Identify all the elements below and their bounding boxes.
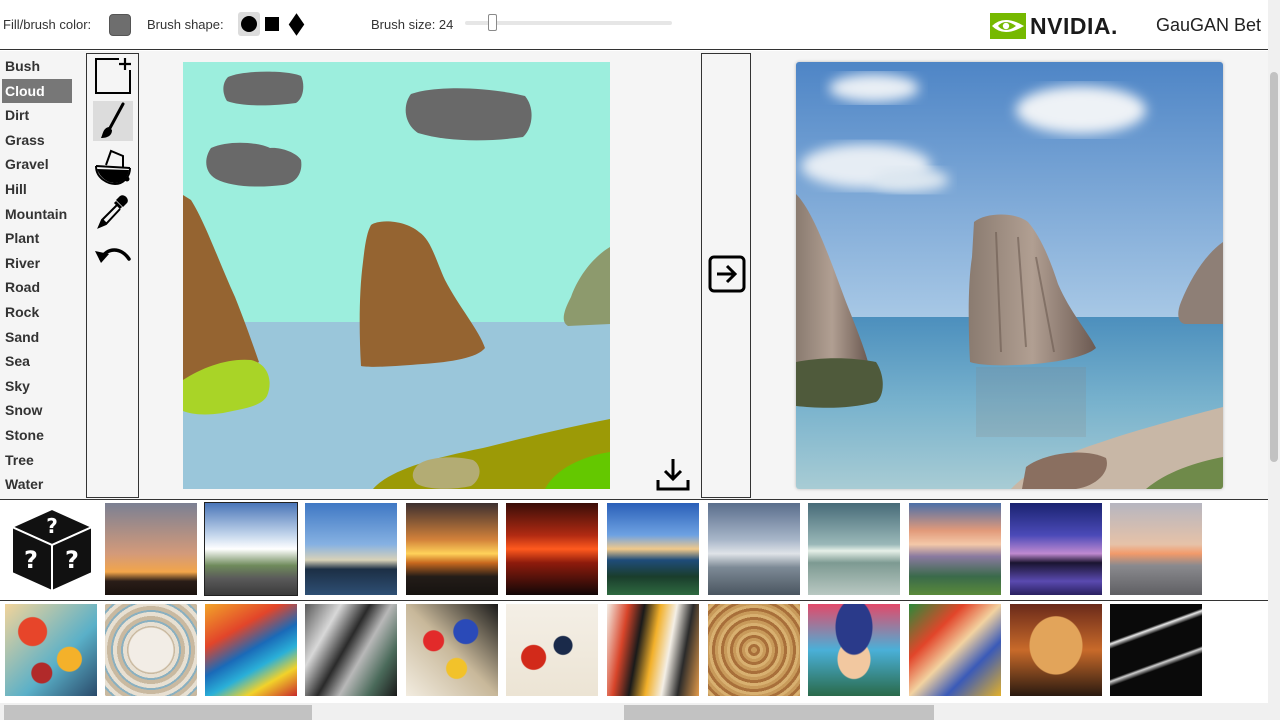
style-thumbnail[interactable] (909, 503, 1001, 595)
brush-shape-diamond-button[interactable] (285, 12, 307, 36)
style-thumbnail[interactable] (305, 604, 397, 696)
label-item-grass[interactable]: Grass (2, 128, 72, 153)
style-thumbnail[interactable] (808, 503, 900, 595)
app-title: GauGAN Bet (1156, 15, 1262, 35)
style-thumbnail[interactable] (607, 604, 699, 696)
label-item-sand[interactable]: Sand (2, 325, 72, 350)
paint-bucket-button[interactable] (93, 147, 133, 187)
brush-shape-square-button[interactable] (261, 12, 283, 36)
label-item-water[interactable]: Water (2, 472, 72, 497)
label-item-snow[interactable]: Snow (2, 398, 72, 423)
eyedropper-button[interactable] (93, 192, 133, 232)
style-thumbnail[interactable] (1110, 604, 1202, 696)
vertical-scrollbar[interactable] (1268, 0, 1280, 720)
style-thumbnail[interactable] (506, 503, 598, 595)
style-thumbnail[interactable] (406, 604, 498, 696)
horizontal-scrollbar[interactable] (0, 703, 1268, 720)
style-thumbnail[interactable] (1010, 503, 1102, 595)
brush-size-slider[interactable] (465, 14, 672, 31)
label-item-river[interactable]: River (2, 251, 72, 276)
label-item-road[interactable]: Road (2, 275, 72, 300)
label-item-hill[interactable]: Hill (2, 177, 72, 202)
paintbrush-icon (101, 102, 125, 138)
vertical-scrollbar-thumb[interactable] (1270, 72, 1278, 462)
cloud-region (405, 88, 532, 141)
tool-panel (86, 53, 139, 498)
label-item-plant[interactable]: Plant (2, 226, 72, 251)
photo-style-row: ? ? ? (0, 499, 1268, 600)
label-item-tree[interactable]: Tree (2, 448, 72, 473)
style-thumbnail[interactable] (1010, 604, 1102, 696)
label-item-sea[interactable]: Sea (2, 349, 72, 374)
style-thumbnail[interactable] (204, 502, 298, 596)
dice-icon: ? ? ? (9, 507, 95, 593)
cloud-region (223, 71, 304, 106)
style-thumbnail[interactable] (205, 604, 297, 696)
style-thumbnail[interactable] (1110, 503, 1202, 595)
semantic-label-list: Bush Cloud Dirt Grass Gravel Hill Mountain Plan… (2, 54, 72, 497)
svg-text:?: ? (46, 514, 58, 538)
style-thumbnail[interactable] (105, 503, 197, 595)
circle-icon (241, 16, 257, 32)
undo-icon (95, 248, 131, 263)
painting-style-row (0, 600, 1268, 701)
segmentation-drawing[interactable] (183, 62, 610, 489)
style-thumbnail[interactable] (808, 604, 900, 696)
generate-button[interactable] (708, 255, 746, 293)
style-thumbnail[interactable] (708, 604, 800, 696)
svg-text:?: ? (65, 546, 79, 574)
fill-color-label: Fill/brush color: (3, 17, 92, 32)
style-thumbnail[interactable] (406, 503, 498, 595)
paint-bucket-icon (95, 149, 131, 186)
nvidia-eye-icon (990, 13, 1026, 39)
style-thumbnail[interactable] (5, 604, 97, 696)
new-canvas-icon (95, 58, 131, 94)
style-thumbnail[interactable] (708, 503, 800, 595)
slider-thumb[interactable] (487, 14, 497, 31)
style-thumbnail[interactable] (305, 503, 397, 595)
horizontal-scrollbar-thumb[interactable] (4, 705, 312, 720)
label-item-gravel[interactable]: Gravel (2, 152, 72, 177)
label-item-stone[interactable]: Stone (2, 423, 72, 448)
new-canvas-button[interactable] (93, 56, 133, 96)
label-item-bush[interactable]: Bush (2, 54, 72, 79)
random-style-button[interactable]: ? ? ? (8, 503, 96, 595)
label-item-dirt[interactable]: Dirt (2, 103, 72, 128)
download-icon (656, 459, 690, 491)
sand-region (412, 457, 480, 489)
paintbrush-button[interactable] (93, 101, 133, 141)
fill-color-swatch[interactable] (109, 14, 131, 36)
style-thumbnail[interactable] (909, 604, 1001, 696)
nvidia-wordmark: NVIDIA. (1030, 12, 1118, 39)
main-area: Bush Cloud Dirt Grass Gravel Hill Mountain Plan… (0, 51, 1268, 499)
svg-text:?: ? (24, 546, 38, 574)
style-thumbnail[interactable] (506, 604, 598, 696)
brush-shape-circle-button[interactable] (238, 12, 260, 36)
label-item-rock[interactable]: Rock (2, 300, 72, 325)
horizontal-scrollbar-thumb[interactable] (624, 705, 934, 720)
brush-size-label: Brush size: 24 (371, 17, 454, 32)
arrow-right-box-icon (708, 255, 746, 293)
generate-panel (701, 53, 751, 498)
label-item-sky[interactable]: Sky (2, 374, 72, 399)
generated-landscape (796, 62, 1223, 489)
download-button[interactable] (655, 456, 691, 492)
segmentation-canvas[interactable] (183, 62, 610, 489)
undo-button[interactable] (93, 237, 133, 277)
label-item-mountain[interactable]: Mountain (2, 202, 72, 227)
style-thumbnail[interactable] (607, 503, 699, 595)
eyedropper-icon (97, 195, 128, 229)
square-icon (265, 17, 279, 31)
brush-shape-label: Brush shape: (147, 17, 224, 32)
diamond-icon (288, 12, 304, 36)
nvidia-logo: NVIDIA. (990, 12, 1118, 40)
style-thumbnail[interactable] (105, 604, 197, 696)
generated-image (796, 62, 1223, 489)
label-item-cloud[interactable]: Cloud (2, 78, 72, 104)
toolbar: Fill/brush color: Brush shape: Brush siz… (0, 0, 1268, 50)
